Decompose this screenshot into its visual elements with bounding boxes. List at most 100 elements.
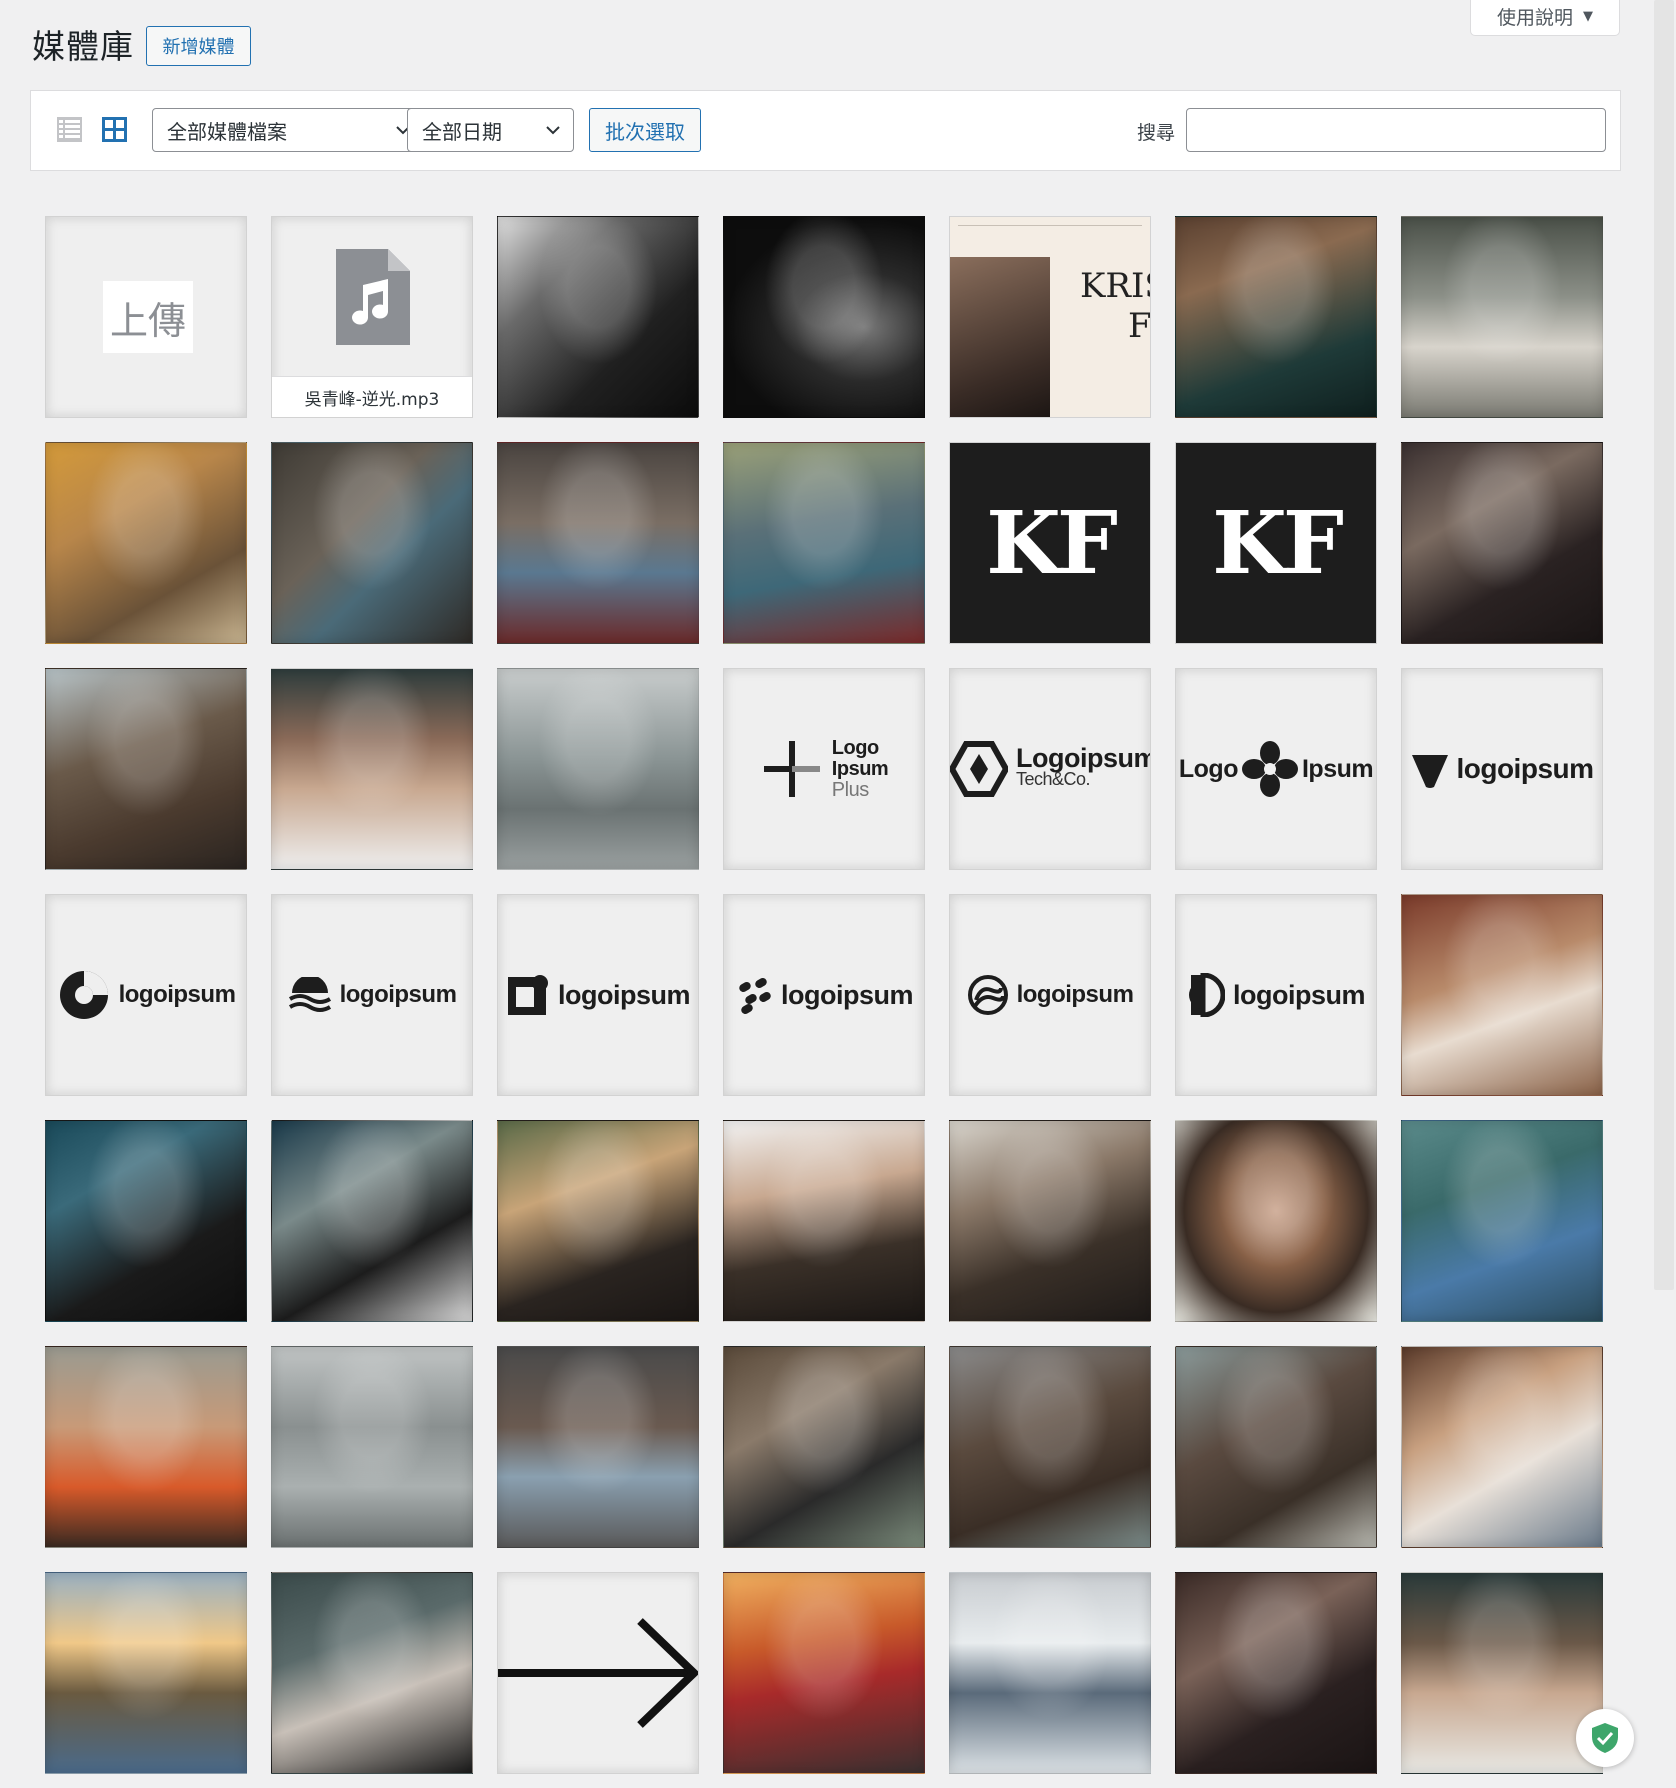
media-tile-logo[interactable]: Logo Ipsum Plus (723, 668, 925, 870)
view-switch (55, 115, 129, 144)
media-tile[interactable] (1175, 216, 1377, 418)
media-tile[interactable] (1401, 1572, 1603, 1774)
music-note-icon (336, 249, 410, 345)
logo-wordmark: logoipsum (1016, 981, 1134, 1008)
shield-shape-logo-icon (1412, 755, 1449, 788)
media-tile-fashion-page[interactable]: KRIS Fo (949, 216, 1151, 418)
media-tile[interactable] (1175, 1572, 1377, 1774)
media-tile[interactable] (45, 1346, 247, 1548)
security-badge-button[interactable] (1576, 1709, 1634, 1767)
waves-logo-icon (288, 977, 331, 1012)
media-type-filter-select[interactable]: 全部媒體檔案 (152, 108, 424, 152)
media-tile-kf-logo[interactable]: KF (949, 442, 1151, 644)
upload-label: 上傳 (103, 281, 193, 353)
ring-logo-icon (59, 971, 108, 1019)
logo-wordmark: logoipsum (118, 981, 236, 1008)
help-tab-button[interactable]: 使用說明 ▼ (1470, 0, 1620, 36)
media-type-filter-value: 全部媒體檔案 (167, 119, 287, 144)
logo-text-line1: Logo (831, 736, 879, 759)
page-nav-line (958, 225, 1142, 230)
media-tile[interactable] (45, 1572, 247, 1774)
media-toolbar: 全部媒體檔案 全部日期 批次選取 搜尋 (30, 90, 1621, 171)
media-tile[interactable] (723, 216, 925, 418)
media-tile[interactable] (45, 668, 247, 870)
media-tile[interactable] (949, 1120, 1151, 1322)
media-tile[interactable] (497, 668, 699, 870)
media-tile-logo[interactable]: Logoipsum Tech&Co. (949, 668, 1151, 870)
plus-logo-icon (763, 741, 820, 797)
media-tile[interactable] (723, 1120, 925, 1322)
media-tile[interactable] (271, 1346, 473, 1548)
list-view-icon[interactable] (55, 115, 84, 144)
arrow-right-icon (498, 1618, 698, 1728)
hexagon-logo-icon (950, 741, 1008, 797)
media-tile[interactable] (271, 668, 473, 870)
media-tile[interactable] (271, 1120, 473, 1322)
add-new-media-button[interactable]: 新增媒體 (146, 26, 251, 66)
media-tile[interactable] (497, 216, 699, 418)
media-tile[interactable] (271, 1572, 473, 1774)
media-tile-arrow[interactable] (497, 1572, 699, 1774)
media-tile-logo[interactable]: logoipsum (1175, 894, 1377, 1096)
media-tile[interactable] (45, 442, 247, 644)
media-tile[interactable] (723, 1572, 925, 1774)
grid-view-icon[interactable] (100, 115, 129, 144)
fashion-title-line2: Fo (1128, 306, 1150, 346)
date-filter-value: 全部日期 (422, 119, 502, 144)
media-tile[interactable] (1401, 216, 1603, 418)
dots-logo-icon (739, 978, 771, 1014)
media-tile[interactable] (1401, 894, 1603, 1096)
media-tile[interactable] (1401, 1346, 1603, 1548)
media-tile-logo[interactable]: logoipsum (497, 894, 699, 1096)
media-tile-logo[interactable]: logoipsum (723, 894, 925, 1096)
logo-text-line1: Logoipsum (1016, 743, 1151, 773)
fashion-title-line1: KRIS (1080, 266, 1150, 306)
bulk-select-button[interactable]: 批次選取 (589, 108, 701, 152)
page-title: 媒體庫 (32, 27, 134, 66)
media-tile[interactable] (1401, 442, 1603, 644)
shield-check-icon (1592, 1723, 1618, 1753)
media-tile[interactable] (1175, 1346, 1377, 1548)
media-tile-logo[interactable]: logoipsum (949, 894, 1151, 1096)
media-tile-logo[interactable]: Logo Ipsum (1175, 668, 1377, 870)
media-tile[interactable] (45, 1120, 247, 1322)
media-tile-logo[interactable]: logoipsum (271, 894, 473, 1096)
media-tile[interactable] (1401, 1120, 1603, 1322)
logo-wordmark: logoipsum (781, 979, 914, 1010)
date-filter-select[interactable]: 全部日期 (407, 108, 574, 152)
media-tile[interactable] (497, 1120, 699, 1322)
media-tile[interactable] (723, 442, 925, 644)
model-photo (950, 257, 1050, 417)
chevron-down-icon (546, 126, 560, 135)
media-tile-upload[interactable]: 上傳 (45, 216, 247, 418)
logo-wordmark: logoipsum (1456, 753, 1594, 784)
logo-text-line3: Plus (831, 778, 869, 801)
flower-logo-icon (1241, 741, 1298, 797)
striped-circle-logo-icon (967, 975, 1008, 1015)
audio-filename: 吳青峰-逆光.mp3 (272, 376, 472, 417)
kf-logo-text: KF (950, 443, 1150, 643)
logo-text-line2: Ipsum (831, 757, 889, 780)
logo-text-line2: Tech&Co. (1016, 769, 1091, 789)
media-tile-kf-logo[interactable]: KF (1175, 442, 1377, 644)
media-tile-audio[interactable]: 吳青峰-逆光.mp3 (271, 216, 473, 418)
logo-text-left: Logo (1178, 754, 1239, 783)
media-tile[interactable] (949, 1572, 1151, 1774)
media-tile[interactable] (497, 1346, 699, 1548)
search-input[interactable] (1186, 108, 1606, 152)
page-scrollbar-thumb[interactable] (1654, 0, 1674, 1290)
media-tile[interactable] (949, 1346, 1151, 1548)
half-circle-logo-icon (1189, 973, 1225, 1017)
media-tile[interactable] (271, 442, 473, 644)
square-logo-icon (508, 975, 548, 1015)
logo-text-right: Ipsum (1301, 754, 1374, 783)
caret-down-icon: ▼ (1583, 9, 1593, 24)
media-tile-logo[interactable]: logoipsum (1401, 668, 1603, 870)
media-tile-logo[interactable]: logoipsum (45, 894, 247, 1096)
media-grid: 上傳 吳青峰-逆光.mp3 KRIS Fo KF KF (45, 216, 1606, 1774)
media-tile[interactable] (723, 1346, 925, 1548)
kf-logo-text: KF (1176, 443, 1376, 643)
media-tile[interactable] (497, 442, 699, 644)
media-tile[interactable] (1175, 1120, 1377, 1322)
logo-wordmark: logoipsum (558, 979, 691, 1010)
